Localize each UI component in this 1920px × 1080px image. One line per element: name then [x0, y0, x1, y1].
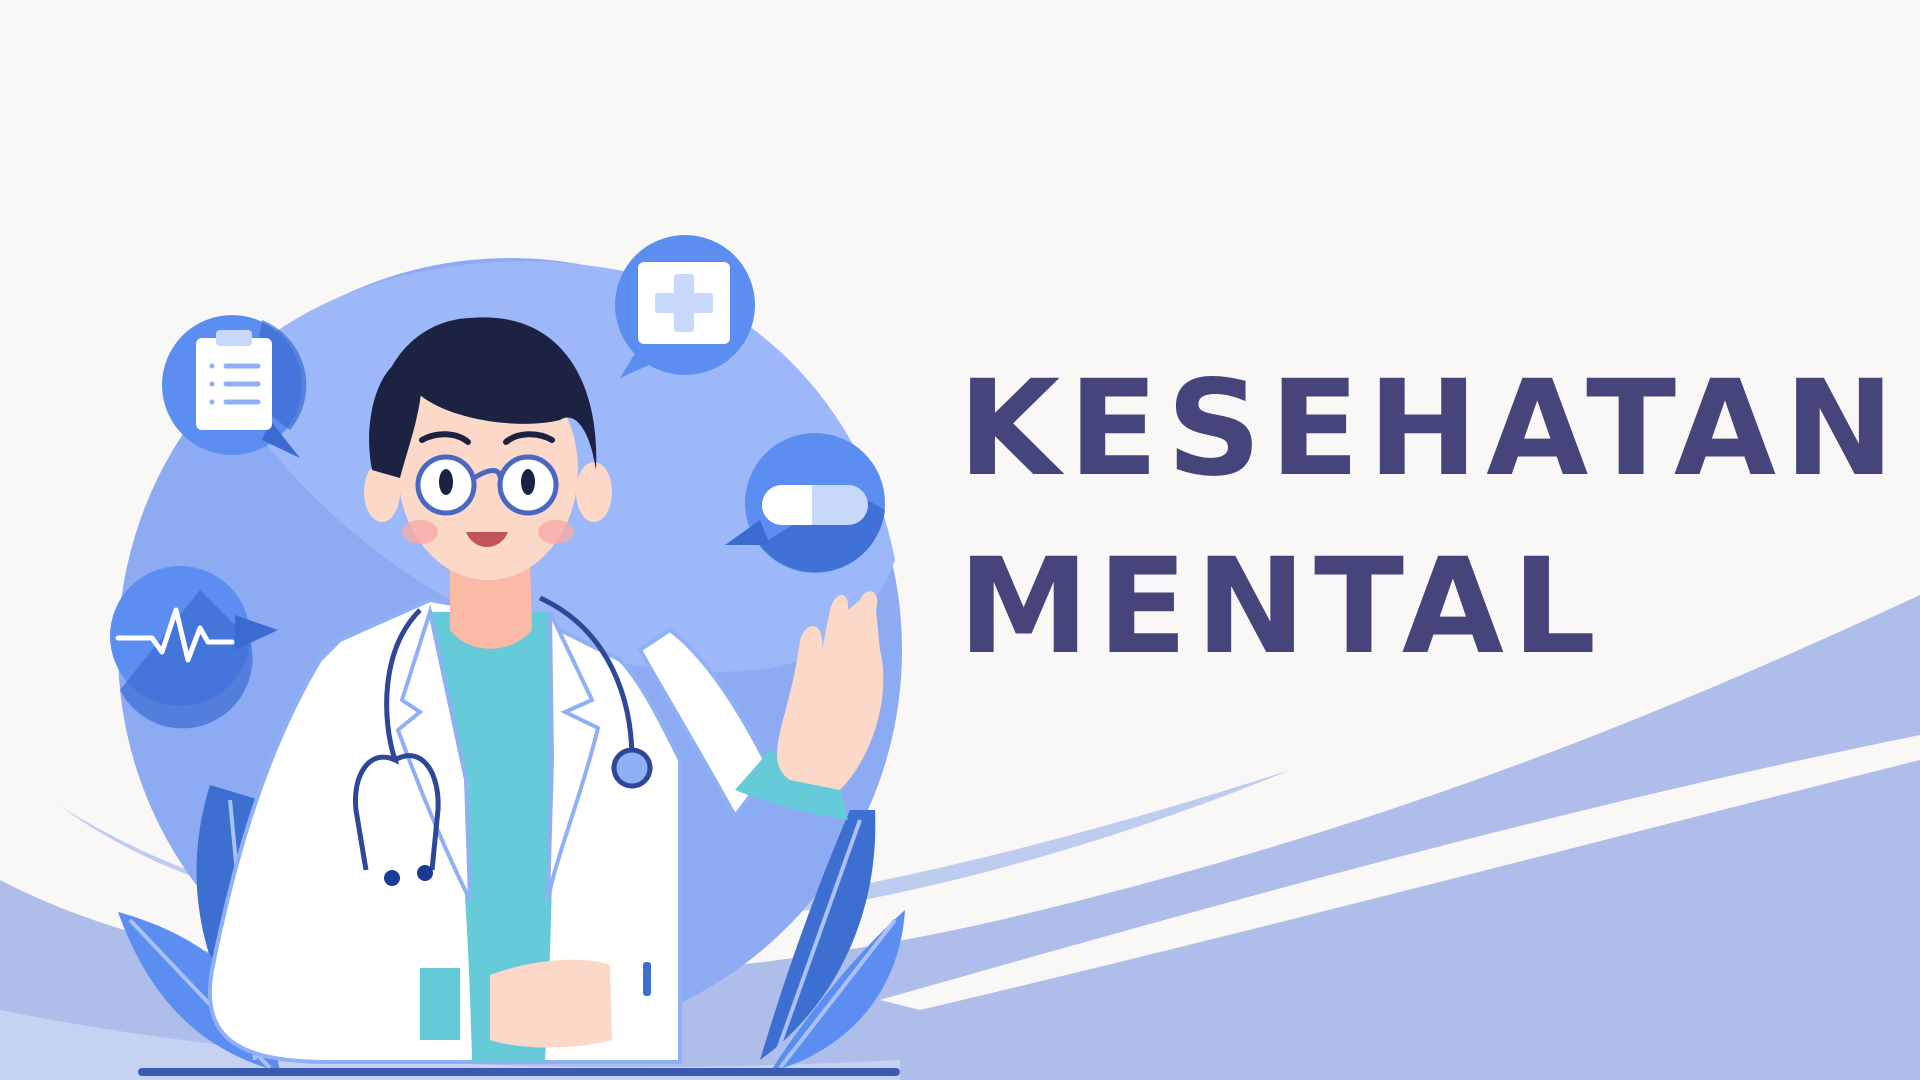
stethoscope-earpiece-right: [417, 865, 433, 881]
page-title: KESEHATAN MENTAL: [958, 340, 1903, 696]
slide: KESEHATAN MENTAL: [0, 0, 1920, 1080]
desk-line: [138, 1068, 900, 1076]
title-line-2: MENTAL: [958, 530, 1605, 684]
first-aid-cross-icon: [638, 262, 730, 344]
pill-icon: [762, 485, 868, 525]
stethoscope-earpiece-left: [384, 870, 400, 886]
title-line-1: KESEHATAN: [958, 352, 1903, 506]
clipboard-icon: [196, 330, 272, 430]
